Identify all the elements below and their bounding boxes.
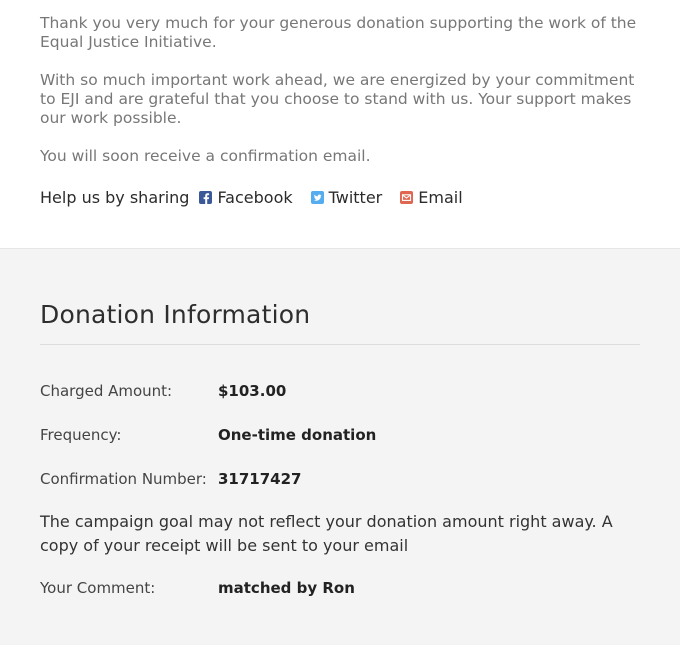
share-twitter-link[interactable]: Twitter <box>310 188 383 207</box>
energized-message: With so much important work ahead, we ar… <box>40 71 635 127</box>
donation-details: Charged Amount: $103.00 Frequency: One-t… <box>40 369 640 610</box>
frequency-row: Frequency: One-time donation <box>40 413 640 457</box>
comment-label: Your Comment: <box>40 579 156 597</box>
frequency-label: Frequency: <box>40 426 122 444</box>
donation-information-title: Donation Information <box>40 300 311 329</box>
email-icon <box>400 191 414 204</box>
comment-row: Your Comment: matched by Ron <box>40 566 640 610</box>
charged-amount-label: Charged Amount: <box>40 382 173 400</box>
thank-you-section: Thank you very much for your generous do… <box>0 0 680 234</box>
share-facebook-link[interactable]: Facebook <box>199 188 293 207</box>
thank-you-message: Thank you very much for your generous do… <box>40 14 637 51</box>
title-divider <box>40 344 640 345</box>
email-label: Email <box>418 188 463 207</box>
facebook-icon <box>199 191 213 204</box>
confirmation-number-label: Confirmation Number: <box>40 470 207 488</box>
twitter-icon <box>310 191 324 204</box>
share-email-link[interactable]: Email <box>400 188 463 207</box>
share-bar: Help us by sharing Facebook Twitter Emai… <box>40 188 640 207</box>
campaign-goal-note: The campaign goal may not reflect your d… <box>40 512 613 555</box>
confirmation-number-row: Confirmation Number: 31717427 <box>40 457 640 501</box>
confirmation-number-value: 31717427 <box>218 470 302 488</box>
share-label: Help us by sharing <box>40 188 190 207</box>
charged-amount-value: $103.00 <box>218 382 287 400</box>
facebook-label: Facebook <box>217 188 293 207</box>
confirmation-email-notice: You will soon receive a confirmation ema… <box>40 147 371 165</box>
frequency-value: One-time donation <box>218 426 377 444</box>
charged-amount-row: Charged Amount: $103.00 <box>40 369 640 413</box>
donation-information-panel: Donation Information Charged Amount: $10… <box>0 248 680 645</box>
comment-value: matched by Ron <box>218 579 355 597</box>
twitter-label: Twitter <box>328 188 383 207</box>
